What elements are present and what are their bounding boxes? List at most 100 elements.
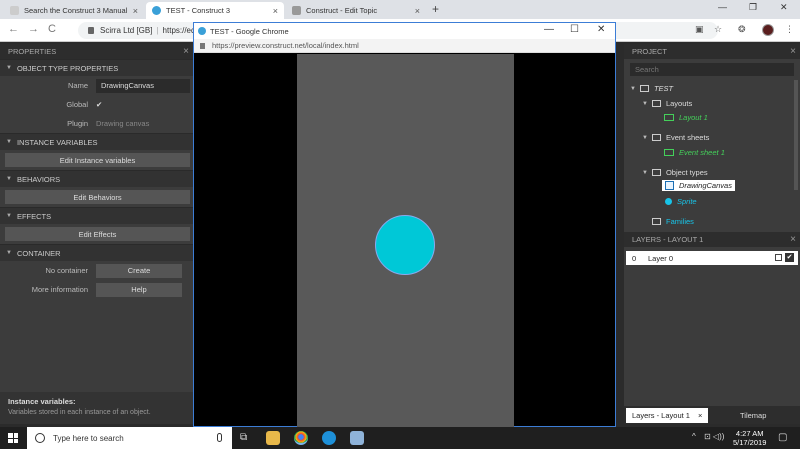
tab-construct-editor[interactable]: TEST - Construct 3 ×	[146, 2, 284, 19]
tray-chevron-icon[interactable]: ^	[692, 432, 696, 441]
reload-icon[interactable]: C	[48, 23, 56, 35]
edit-instance-variables-button[interactable]: Edit Instance variables	[5, 153, 190, 167]
help-button[interactable]: Help	[96, 282, 182, 297]
lock-icon	[88, 27, 94, 34]
tab-manual-search[interactable]: Search the Construct 3 Manual ×	[4, 2, 144, 19]
tree-label: Event sheets	[665, 133, 710, 142]
project-scrollbar[interactable]	[794, 80, 798, 190]
layer-index: 0	[632, 253, 637, 263]
tree-item-event-sheet-1[interactable]: Event sheet 1	[664, 148, 725, 157]
create-container-button[interactable]: Create	[96, 263, 182, 278]
layers-panel: LAYERS - LAYOUT 1 × 0 Layer 0 ✔	[624, 232, 800, 424]
preview-address-bar[interactable]: https://preview.construct.net/local/inde…	[194, 39, 615, 53]
visibility-checkbox[interactable]: ✔	[785, 253, 794, 262]
collapse-triangle-icon: ▼	[6, 213, 12, 219]
tree-folder-families[interactable]: Families	[652, 217, 694, 226]
tab-close-icon[interactable]: ×	[698, 411, 702, 420]
tab-favicon-icon	[10, 6, 19, 15]
address-separator: |	[156, 26, 159, 35]
notifications-icon[interactable]: ▢	[778, 432, 787, 443]
tree-label: Layouts	[665, 99, 693, 108]
bookmark-star-icon[interactable]: ☆	[714, 24, 722, 35]
maximize-icon[interactable]: ❐	[749, 2, 757, 13]
chrome-icon[interactable]	[294, 431, 308, 445]
lock-icon	[200, 42, 205, 49]
tab-close-icon[interactable]: ×	[273, 6, 278, 16]
name-input[interactable]: DrawingCanvas	[96, 78, 190, 93]
properties-title: PROPERTIES	[8, 47, 57, 56]
game-canvas[interactable]	[297, 54, 514, 427]
taskbar-clock[interactable]: 4:27 AM 5/17/2019	[733, 429, 766, 447]
project-search-input[interactable]: Search	[630, 63, 794, 76]
project-panel: PROJECT × Search ▼ TEST ▼ Layouts Layout…	[624, 44, 800, 232]
collapse-triangle-icon: ▼	[6, 65, 12, 71]
properties-panel: PROPERTIES × ▼ OBJECT TYPE PROPERTIES Na…	[0, 44, 193, 424]
preview-window: TEST - Google Chrome — ☐ ✕ https://previ…	[193, 22, 616, 427]
tree-item-sprite[interactable]: Sprite	[665, 197, 697, 206]
tree-folder-object-types[interactable]: ▼ Object types	[642, 168, 708, 177]
microphone-icon[interactable]	[217, 433, 222, 442]
construct-app-icon[interactable]	[322, 431, 336, 445]
section-container[interactable]: ▼ CONTAINER	[0, 244, 193, 261]
back-icon[interactable]: ←	[8, 23, 19, 35]
layers-header: LAYERS - LAYOUT 1 ×	[624, 232, 800, 247]
tree-label: Object types	[665, 168, 708, 177]
tab-edit-topic[interactable]: Construct - Edit Topic ×	[286, 2, 426, 19]
network-volume-icon[interactable]: ⊡ ◁))	[704, 432, 724, 441]
section-effects[interactable]: ▼ EFFECTS	[0, 207, 193, 224]
tab-tilemap[interactable]: Tilemap	[734, 408, 772, 423]
section-behaviors[interactable]: ▼ BEHAVIORS	[0, 170, 193, 187]
file-explorer-icon[interactable]	[266, 431, 280, 445]
new-tab-button[interactable]: +	[432, 2, 439, 16]
maximize-icon[interactable]: ☐	[570, 24, 579, 35]
tab-close-icon[interactable]: ×	[415, 6, 420, 16]
description-text: Variables stored in each instance of an …	[8, 409, 151, 416]
tree-item-layout-1[interactable]: Layout 1	[664, 113, 708, 122]
profile-avatar[interactable]	[762, 24, 774, 36]
taskbar-search[interactable]: Type here to search	[27, 427, 232, 449]
edit-effects-button[interactable]: Edit Effects	[5, 227, 190, 241]
section-title: CONTAINER	[16, 248, 61, 258]
tree-item-drawing-canvas[interactable]: DrawingCanvas	[662, 180, 735, 191]
tree-label: Event sheet 1	[679, 148, 725, 157]
section-instance-variables[interactable]: ▼ INSTANCE VARIABLES	[0, 133, 193, 150]
forward-icon[interactable]: →	[28, 23, 39, 35]
task-view-icon[interactable]: ⧉	[240, 432, 247, 443]
windows-start-icon[interactable]	[8, 433, 18, 443]
paint-app-icon[interactable]	[350, 431, 364, 445]
close-icon[interactable]: ✕	[597, 24, 605, 35]
menu-icon[interactable]: ⋮	[785, 24, 794, 35]
tab-favicon-icon	[292, 6, 301, 15]
close-icon[interactable]: ×	[790, 46, 796, 57]
lock-icon[interactable]	[775, 254, 782, 261]
tab-label: TEST - Construct 3	[166, 6, 231, 15]
prop-label: More information	[31, 285, 88, 294]
section-object-type-properties[interactable]: ▼ OBJECT TYPE PROPERTIES	[0, 59, 193, 76]
edit-behaviors-button[interactable]: Edit Behaviors	[5, 190, 190, 204]
minimize-icon[interactable]: —	[718, 2, 727, 12]
expand-triangle-icon: ▼	[642, 169, 648, 176]
windows-taskbar: Type here to search ⧉ ^ ⊡ ◁)) 4:27 AM 5/…	[0, 427, 800, 449]
close-window-icon[interactable]: ✕	[780, 2, 788, 13]
event-sheet-icon	[664, 149, 674, 156]
close-icon[interactable]: ×	[790, 234, 796, 245]
extension-icon[interactable]: ❂	[738, 24, 746, 35]
preview-title-bar[interactable]: TEST - Google Chrome — ☐ ✕	[194, 23, 615, 39]
tree-folder-event-sheets[interactable]: ▼ Event sheets	[642, 133, 709, 142]
tree-root-test[interactable]: ▼ TEST	[630, 84, 673, 93]
tree-folder-layouts[interactable]: ▼ Layouts	[642, 99, 692, 108]
minimize-icon[interactable]: —	[544, 24, 554, 35]
tree-label: Families	[666, 217, 694, 226]
layout-icon	[664, 114, 674, 121]
construct-favicon-icon	[198, 27, 206, 35]
layer-row[interactable]: 0 Layer 0 ✔	[626, 251, 798, 265]
tab-close-icon[interactable]: ×	[133, 6, 138, 16]
tab-layers-layout[interactable]: Layers - Layout 1 ×	[626, 408, 709, 423]
close-icon[interactable]: ×	[183, 46, 189, 57]
sprite-circle[interactable]	[375, 215, 435, 275]
sprite-icon	[665, 198, 672, 205]
global-checkbox[interactable]: ✔	[96, 100, 193, 109]
cast-icon[interactable]: ▣	[695, 24, 704, 35]
preview-url: https://preview.construct.net/local/inde…	[212, 41, 359, 50]
section-title: EFFECTS	[16, 211, 52, 221]
